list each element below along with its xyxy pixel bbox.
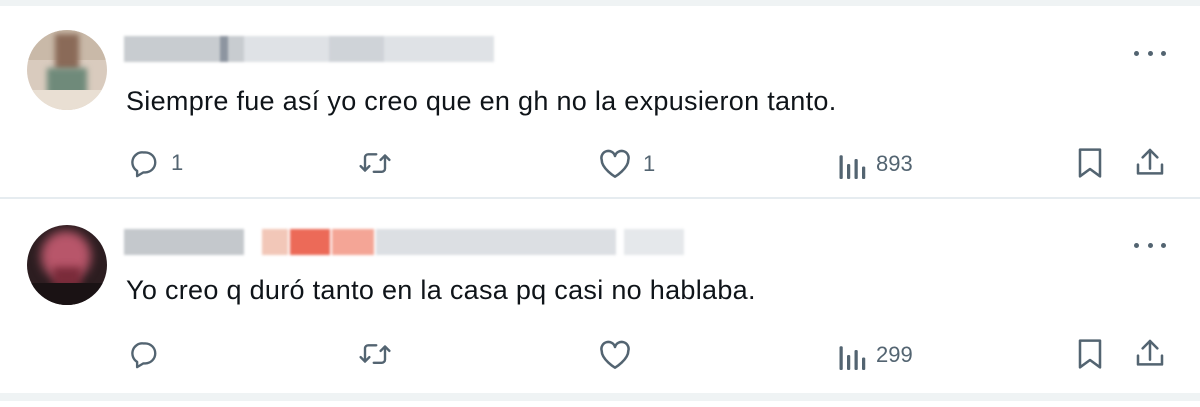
like-count: 1 — [643, 151, 656, 176]
display-name[interactable] — [124, 229, 684, 255]
like-button[interactable] — [599, 340, 643, 370]
tweet-1[interactable]: Siempre fue así yo creo que en gh no la … — [0, 6, 1200, 199]
bookmark-icon — [1078, 339, 1102, 369]
view-count: 299 — [876, 342, 913, 367]
retweet-button[interactable] — [358, 148, 392, 178]
reply-icon — [131, 342, 157, 369]
share-icon — [1136, 148, 1164, 175]
retweet-button[interactable] — [358, 339, 392, 369]
like-icon — [600, 149, 630, 178]
tweet-text: Yo creo q duró tanto en la casa pq casi … — [126, 275, 756, 305]
more-icon[interactable] — [1134, 235, 1166, 255]
bookmark-button[interactable] — [1076, 147, 1104, 179]
share-icon — [1136, 339, 1164, 366]
like-icon — [600, 340, 630, 369]
display-name[interactable] — [124, 36, 494, 62]
views-button[interactable]: 893 — [838, 149, 913, 179]
retweet-icon — [359, 153, 391, 173]
reply-button[interactable]: 1 — [129, 148, 183, 178]
share-button[interactable] — [1134, 337, 1166, 369]
bookmark-icon — [1078, 148, 1102, 178]
tweet-text: Siempre fue así yo creo que en gh no la … — [126, 86, 837, 116]
views-icon — [839, 155, 866, 179]
retweet-icon — [359, 344, 391, 364]
views-button[interactable]: 299 — [838, 340, 913, 370]
reply-count: 1 — [171, 150, 184, 175]
avatar[interactable] — [27, 30, 107, 110]
reply-button[interactable] — [129, 339, 171, 369]
share-button[interactable] — [1134, 146, 1166, 178]
avatar[interactable] — [27, 225, 107, 305]
like-button[interactable]: 1 — [599, 149, 655, 179]
more-icon[interactable] — [1134, 43, 1166, 63]
bookmark-button[interactable] — [1076, 338, 1104, 370]
views-icon — [839, 346, 866, 370]
reply-icon — [131, 151, 157, 178]
tweet-2[interactable]: Yo creo q duró tanto en la casa pq casi … — [0, 199, 1200, 401]
view-count: 893 — [876, 151, 913, 176]
